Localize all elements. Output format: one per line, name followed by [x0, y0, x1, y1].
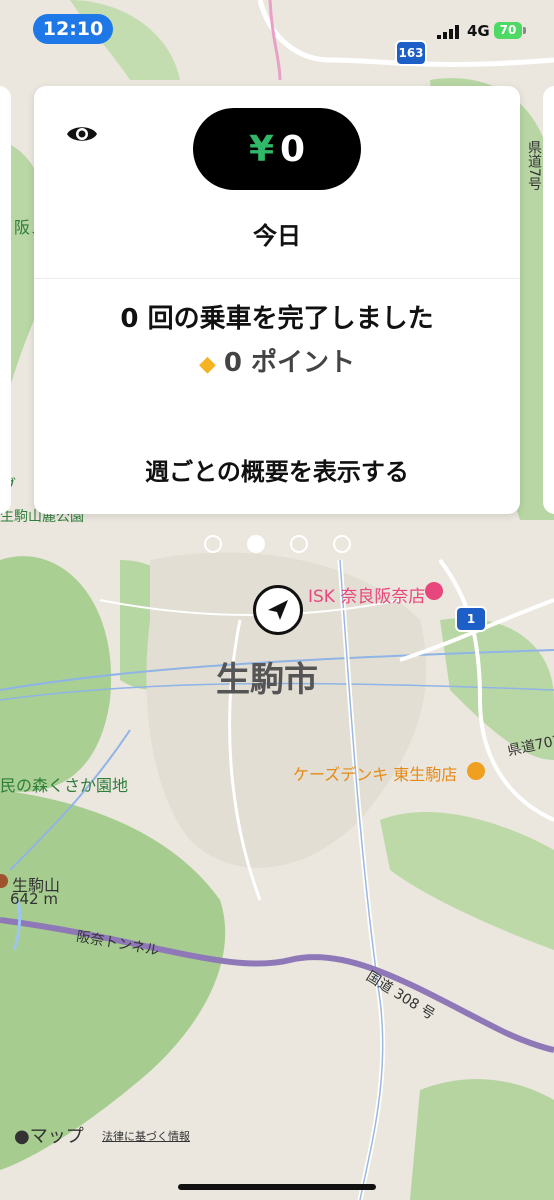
earnings-amount: 0 — [280, 128, 306, 170]
next-card[interactable] — [543, 86, 554, 514]
poi-isk-icon[interactable] — [425, 582, 443, 600]
points-text: 0 ポイント — [223, 348, 356, 378]
eye-icon[interactable] — [66, 122, 98, 146]
period-label: 今日 — [253, 222, 301, 250]
location-button[interactable] — [253, 585, 303, 635]
weekly-summary-link[interactable]: 週ごとの概要を表示する — [34, 452, 520, 487]
earnings-pill[interactable]: ¥ 0 — [193, 108, 361, 190]
battery-tip — [523, 27, 526, 34]
card-divider — [34, 278, 520, 279]
previous-card[interactable] — [0, 86, 11, 514]
map-city-label: 生駒市 — [216, 660, 318, 700]
carousel-dot-active[interactable] — [247, 535, 265, 553]
battery-icon: 70 — [494, 22, 522, 39]
location-arrow-icon — [268, 600, 288, 620]
diamond-icon: ◆ — [198, 352, 216, 377]
legal-link[interactable]: 法律に基づく情報 — [102, 1128, 190, 1144]
status-time: 12:10 — [33, 14, 113, 44]
home-indicator[interactable] — [178, 1184, 376, 1190]
carousel-dot[interactable] — [333, 535, 351, 553]
apple-icon: ● — [14, 1126, 30, 1147]
park-label: 民の森くさか園地 — [0, 776, 129, 795]
poi-isk-label[interactable]: ISK 奈良阪奈店 — [308, 582, 425, 607]
map-edge-label: 県道7号 — [526, 140, 542, 191]
route-shield-1: 1 — [455, 606, 487, 632]
carousel-dot[interactable] — [204, 535, 222, 553]
mountain-height: 642 m — [10, 890, 59, 908]
carousel-dot[interactable] — [290, 535, 308, 553]
network-type: 4G — [467, 22, 490, 40]
points-summary: ◆ 0 ポイント — [34, 342, 520, 379]
maps-attribution[interactable]: ●マップ — [14, 1122, 84, 1148]
signal-icon — [437, 25, 459, 39]
poi-kz-icon[interactable] — [467, 762, 485, 780]
rides-summary: 0 回の乗車を完了しました — [120, 304, 434, 334]
poi-kz-label[interactable]: ケーズデンキ 東生駒店 — [293, 761, 457, 785]
route-shield-163: 163 — [395, 40, 427, 66]
currency-symbol: ¥ — [248, 128, 274, 170]
